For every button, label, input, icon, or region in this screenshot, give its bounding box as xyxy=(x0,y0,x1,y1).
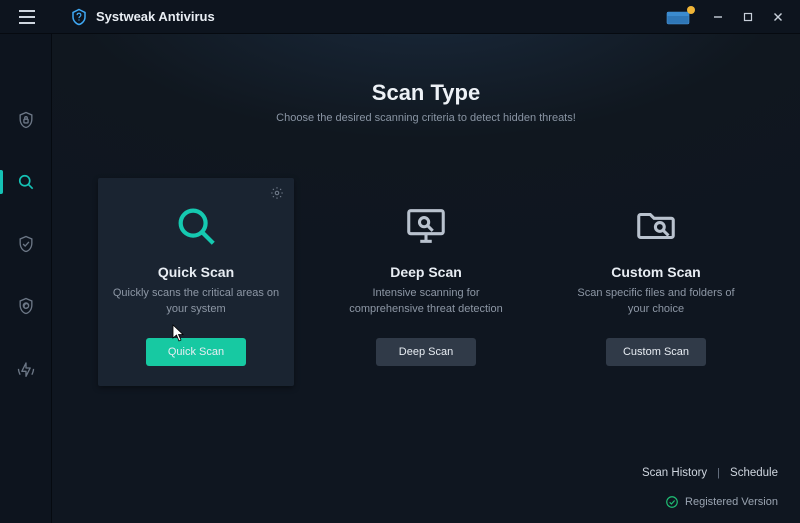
page-title: Scan Type xyxy=(92,80,760,106)
nav-realtime[interactable] xyxy=(0,226,52,262)
window-controls xyxy=(704,3,792,31)
card-desc: Intensive scanning for comprehensive thr… xyxy=(338,286,514,318)
folder-scan-icon xyxy=(633,202,679,250)
nav-protection[interactable] xyxy=(0,102,52,138)
custom-scan-button[interactable]: Custom Scan xyxy=(606,338,706,366)
card-desc: Scan specific files and folders of your … xyxy=(568,286,744,318)
scan-cards: Quick Scan Quickly scans the critical ar… xyxy=(92,178,760,386)
titlebar: Systweak Antivirus xyxy=(0,0,800,34)
card-title: Custom Scan xyxy=(611,264,700,280)
footer: Scan History | Schedule Registered Versi… xyxy=(52,457,800,523)
registration-status: Registered Version xyxy=(665,495,778,509)
nav-web[interactable] xyxy=(0,288,52,324)
footer-links: Scan History | Schedule xyxy=(642,467,778,479)
shield-logo-icon xyxy=(70,8,88,26)
nav-scan[interactable] xyxy=(0,164,52,200)
card-custom-scan[interactable]: Custom Scan Scan specific files and fold… xyxy=(558,178,754,386)
gear-icon[interactable] xyxy=(270,186,284,205)
card-quick-scan[interactable]: Quick Scan Quickly scans the critical ar… xyxy=(98,178,294,386)
registered-label: Registered Version xyxy=(685,496,778,508)
close-button[interactable] xyxy=(764,3,792,31)
deep-scan-button[interactable]: Deep Scan xyxy=(376,338,476,366)
separator: | xyxy=(717,467,720,479)
scan-history-link[interactable]: Scan History xyxy=(642,467,707,479)
quick-scan-button[interactable]: Quick Scan xyxy=(146,338,246,366)
menu-button[interactable] xyxy=(8,0,46,34)
card-title: Deep Scan xyxy=(390,264,462,280)
card-desc: Quickly scans the critical areas on your… xyxy=(108,286,284,318)
page-subtitle: Choose the desired scanning criteria to … xyxy=(92,112,760,124)
minimize-button[interactable] xyxy=(704,3,732,31)
card-title: Quick Scan xyxy=(158,264,234,280)
nav-optimize[interactable] xyxy=(0,350,52,386)
brand: Systweak Antivirus xyxy=(70,8,215,26)
main-content: Scan Type Choose the desired scanning cr… xyxy=(52,34,800,523)
app-title: Systweak Antivirus xyxy=(96,9,215,24)
notification-badge[interactable] xyxy=(666,9,692,25)
magnifier-icon xyxy=(173,202,219,250)
maximize-button[interactable] xyxy=(734,3,762,31)
sidebar xyxy=(0,34,52,523)
monitor-scan-icon xyxy=(403,202,449,250)
schedule-link[interactable]: Schedule xyxy=(730,467,778,479)
card-deep-scan[interactable]: Deep Scan Intensive scanning for compreh… xyxy=(328,178,524,386)
